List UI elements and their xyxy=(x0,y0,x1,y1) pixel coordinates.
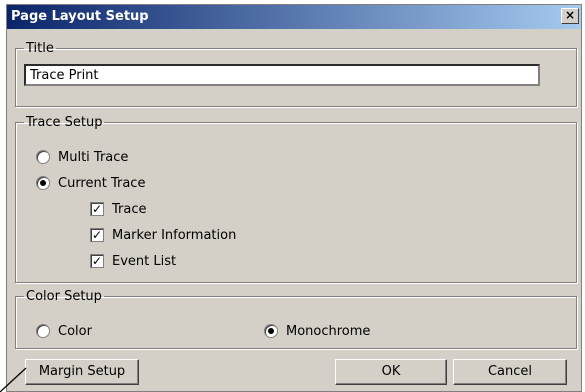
color-setup-label: Color Setup xyxy=(26,289,102,304)
trace-setup-label: Trace Setup xyxy=(26,115,103,130)
pointer-line-icon xyxy=(0,367,27,392)
current-trace-radio[interactable]: Current Trace xyxy=(36,174,145,192)
monochrome-label: Monochrome xyxy=(286,323,371,339)
radio-selected-icon xyxy=(36,176,50,190)
close-button[interactable]: × xyxy=(561,8,579,24)
close-icon: × xyxy=(564,8,576,22)
page-layout-setup-dialog: Page Layout Setup × Title Trace Print Tr… xyxy=(6,4,582,392)
event-list-label: Event List xyxy=(112,253,177,269)
title-input[interactable]: Trace Print xyxy=(24,64,540,86)
radio-icon xyxy=(36,324,50,338)
monochrome-radio[interactable]: Monochrome xyxy=(264,322,370,340)
color-setup-group: Color Setup Color Monochrome xyxy=(15,289,577,349)
trace-setup-group: Trace Setup Multi Trace Current Trace ✓ … xyxy=(15,115,577,283)
radio-icon xyxy=(36,150,50,164)
marker-information-label: Marker Information xyxy=(112,227,237,243)
color-label: Color xyxy=(58,323,92,339)
checkbox-checked-icon: ✓ xyxy=(90,254,104,268)
trace-label: Trace xyxy=(112,201,147,217)
color-radio[interactable]: Color xyxy=(36,322,92,340)
margin-setup-button[interactable]: Margin Setup xyxy=(25,359,139,385)
event-list-checkbox[interactable]: ✓ Event List xyxy=(90,252,176,270)
multi-trace-label: Multi Trace xyxy=(58,149,129,165)
checkbox-checked-icon: ✓ xyxy=(90,228,104,242)
title-group: Title Trace Print xyxy=(15,41,577,107)
multi-trace-radio[interactable]: Multi Trace xyxy=(36,148,128,166)
current-trace-label: Current Trace xyxy=(58,175,146,191)
marker-information-checkbox[interactable]: ✓ Marker Information xyxy=(90,226,236,244)
cancel-button[interactable]: Cancel xyxy=(453,359,567,385)
radio-selected-icon xyxy=(264,324,278,338)
dialog-title: Page Layout Setup xyxy=(11,9,149,24)
title-group-label: Title xyxy=(26,41,54,56)
title-bar[interactable]: Page Layout Setup × xyxy=(7,5,581,29)
ok-button[interactable]: OK xyxy=(335,359,447,385)
checkbox-checked-icon: ✓ xyxy=(90,202,104,216)
trace-checkbox[interactable]: ✓ Trace xyxy=(90,200,147,218)
